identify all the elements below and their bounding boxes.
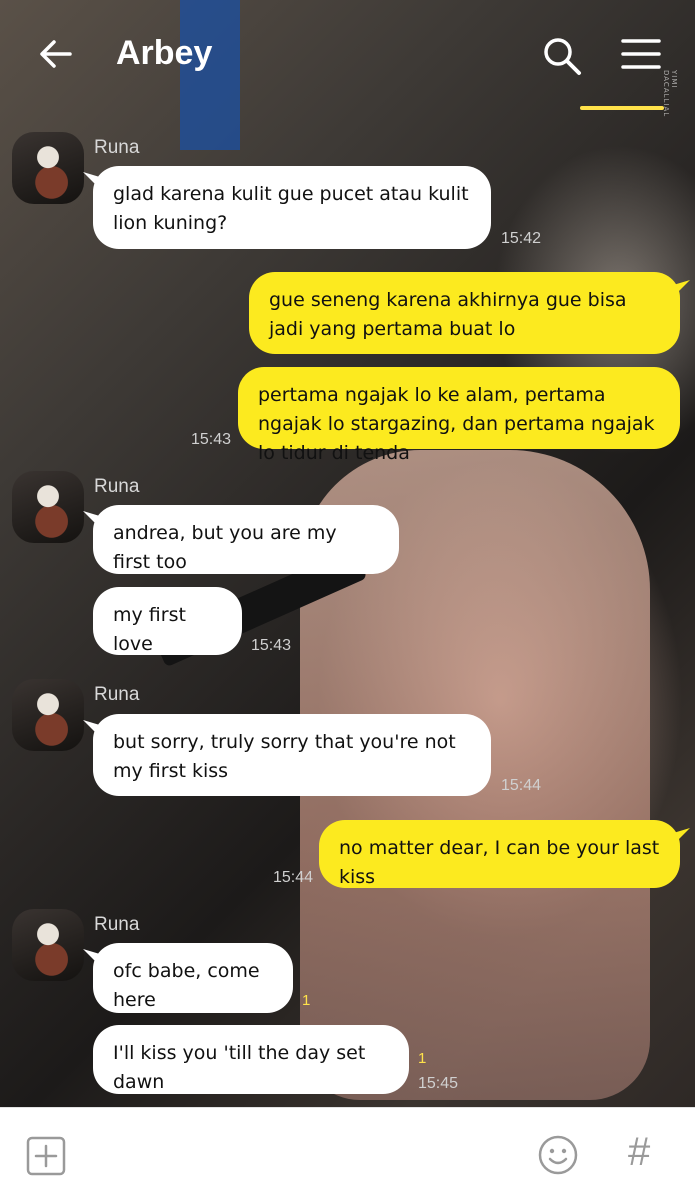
- message-bubble-incoming[interactable]: andrea, but you are my first too: [93, 505, 399, 574]
- read-count: 1: [418, 1050, 427, 1067]
- search-icon: [544, 38, 581, 75]
- message-time: 15:43: [191, 431, 232, 448]
- message-time: 15:44: [273, 869, 314, 886]
- read-count: 1: [302, 992, 311, 1009]
- menu-button[interactable]: [620, 36, 662, 72]
- chat-screen: Arbey YIMI DACALLIAL Runa glad karena ku…: [0, 0, 695, 1200]
- back-button[interactable]: [36, 34, 76, 74]
- smiley-icon: [538, 1135, 578, 1175]
- message-bubble-outgoing[interactable]: gue seneng karena akhirnya gue bisa jadi…: [249, 272, 680, 354]
- hashtag-button[interactable]: #: [628, 1130, 650, 1175]
- sender-name: Runa: [94, 684, 140, 705]
- arrow-left-icon: [40, 40, 72, 68]
- search-button[interactable]: [540, 34, 584, 78]
- message-time: 15:44: [501, 777, 542, 794]
- plus-square-icon: [26, 1136, 66, 1176]
- avatar[interactable]: [12, 471, 84, 543]
- message-time: 15:45: [418, 1075, 459, 1092]
- input-bar: #: [0, 1107, 695, 1200]
- message-bubble-outgoing[interactable]: pertama ngajak lo ke alam, pertama ngaja…: [238, 367, 680, 464]
- sender-name: Runa: [94, 476, 140, 497]
- message-bubble-incoming[interactable]: glad karena kulit gue pucet atau kulit l…: [93, 166, 491, 249]
- message-bubble-incoming[interactable]: my first love: [93, 587, 242, 655]
- avatar[interactable]: [12, 679, 84, 751]
- hamburger-menu-icon: [621, 39, 661, 69]
- sender-name: Runa: [94, 914, 140, 935]
- message-time: 15:43: [251, 637, 292, 654]
- watermark-text: YIMI DACALLIAL: [662, 70, 678, 118]
- message-bubble-outgoing[interactable]: no matter dear, I can be your last kiss: [319, 820, 680, 888]
- avatar[interactable]: [12, 132, 84, 204]
- chat-header: Arbey YIMI DACALLIAL: [0, 0, 695, 117]
- message-bubble-incoming[interactable]: but sorry, truly sorry that you're not m…: [93, 714, 491, 796]
- message-bubble-incoming[interactable]: I'll kiss you 'till the day set dawn: [93, 1025, 409, 1094]
- chat-title: Arbey: [116, 34, 213, 72]
- add-attachment-button[interactable]: [26, 1136, 66, 1176]
- message-bubble-incoming[interactable]: ofc babe, come here: [93, 943, 293, 1013]
- menu-active-indicator: [580, 106, 664, 110]
- message-time: 15:42: [501, 230, 542, 247]
- emoji-button[interactable]: [537, 1134, 579, 1176]
- avatar[interactable]: [12, 909, 84, 981]
- sender-name: Runa: [94, 137, 140, 158]
